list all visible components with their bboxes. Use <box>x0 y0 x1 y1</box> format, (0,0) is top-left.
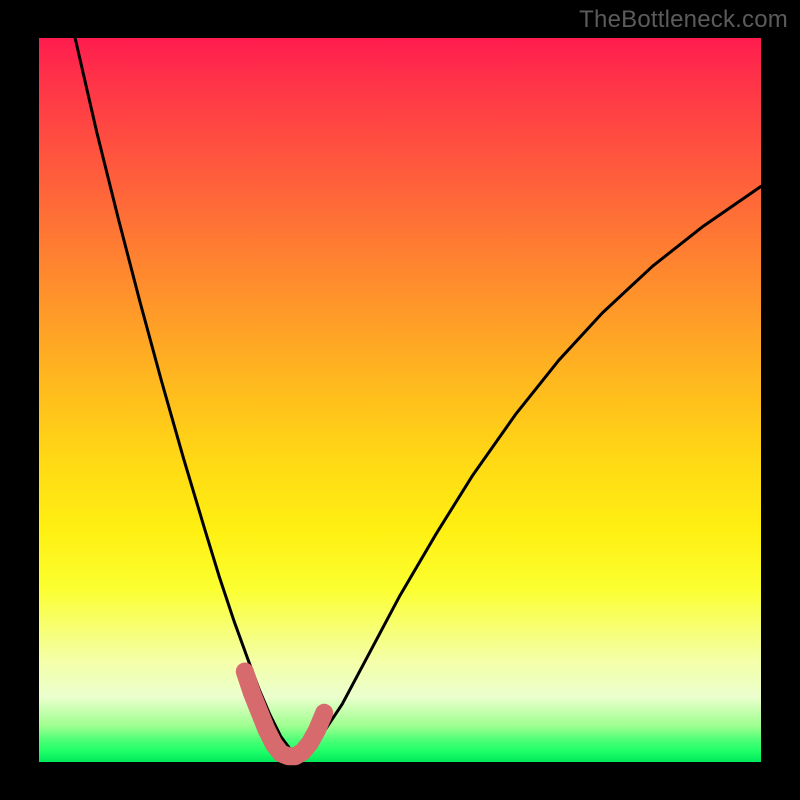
plot-area <box>39 38 761 762</box>
chart-frame: TheBottleneck.com <box>0 0 800 800</box>
watermark-text: TheBottleneck.com <box>579 6 788 34</box>
highlight-bottom <box>245 672 324 757</box>
curve-svg <box>39 38 761 762</box>
main-curve <box>75 38 761 751</box>
